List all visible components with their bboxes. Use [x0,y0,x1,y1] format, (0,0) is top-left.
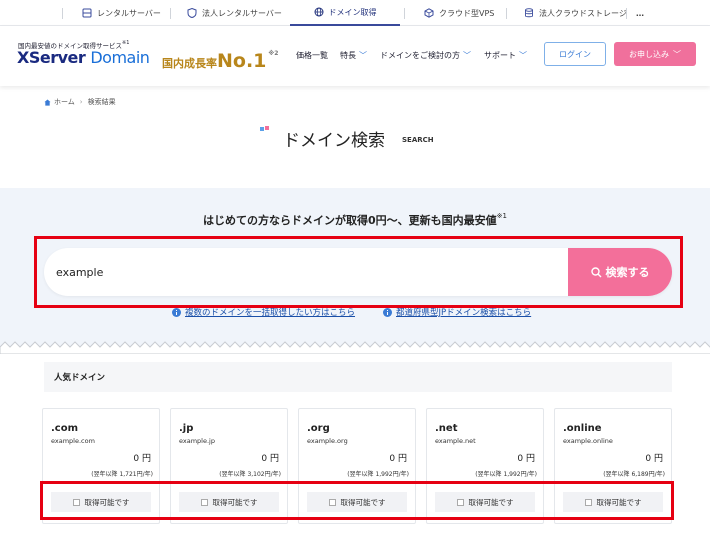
breadcrumb-separator: › [79,98,83,106]
tagline-note: ※1 [122,40,130,46]
nav-label: サポート [484,51,516,60]
domain-tld: .org [307,423,330,434]
service-item-vps[interactable]: クラウド型VPS [424,0,494,26]
login-label: ログイン [559,49,591,59]
page-title-area: ドメイン検索 SEARCH [0,124,710,154]
nav-considering[interactable]: ドメインをご検討の方 ﹀ [380,50,471,61]
domain-example: example.online [563,437,613,445]
lead-note: ※1 [496,212,507,220]
logo[interactable]: XServer Domain [17,48,150,67]
service-item-label: 法人クラウドストレージ [539,8,627,18]
service-item-business-server[interactable]: 法人レンタルサーバー [187,0,282,26]
highlight-box-search [34,236,683,308]
rank-label: 国内成長率 [162,57,217,70]
logo-brand: XServer [17,48,86,67]
domain-tld: .jp [179,423,194,434]
cube-icon [424,8,434,18]
service-item-label: レンタルサーバー [97,8,161,18]
zigzag-divider [0,340,710,354]
lead-text: はじめての方ならドメインが取得0円〜、更新も国内最安値 [203,214,497,227]
domain-price: 0 円 [645,454,663,464]
service-item-label: クラウド型VPS [439,8,495,18]
search-lead: はじめての方ならドメインが取得0円〜、更新も国内最安値※1 [0,212,710,228]
divider [404,8,405,19]
nav-label: ドメインをご検討の方 [380,51,460,60]
server-icon [82,8,92,18]
info-icon [383,307,392,317]
rank-value: No.1 [217,50,267,72]
domain-tld: .com [51,423,79,434]
nav-support[interactable]: サポート ﹀ [484,50,527,61]
rank-note: ※2 [268,50,279,57]
shield-icon [187,8,197,18]
domain-price: 0 円 [517,454,535,464]
domain-price: 0 円 [133,454,151,464]
more-label: … [636,8,644,18]
domain-price: 0 円 [389,454,407,464]
nav-label: 価格一覧 [296,51,328,60]
info-icon [172,307,181,317]
domain-renewal-price: (翌年以降 1,992円/年) [475,471,537,478]
home-icon [44,98,51,106]
service-item-label: 法人レンタルサーバー [202,8,282,18]
highlight-box-availability [40,481,674,520]
chevron-down-icon: ﹀ [359,51,367,60]
domain-example: example.net [435,437,476,445]
service-more-button[interactable]: … [636,0,644,26]
domain-renewal-price: (翌年以降 6,189円/年) [603,471,665,478]
site-header: 国内最安値のドメイン取得サービス※1 XServer Domain 国内成長率N… [0,26,710,86]
domain-renewal-price: (翌年以降 1,992円/年) [347,471,409,478]
domain-example: example.com [51,437,95,445]
service-bar: レンタルサーバー 法人レンタルサーバー ドメイン取得 クラウド型VPS 法人クラ… [0,0,710,26]
growth-rank-badge: 国内成長率No.1 ※2 [162,50,278,72]
nav-label: 特長 [340,51,356,60]
domain-price: 0 円 [261,454,279,464]
domain-tld: .net [435,423,458,434]
domain-renewal-price: (翌年以降 3,102円/年) [219,471,281,478]
nav-features[interactable]: 特長 ﹀ [340,50,367,61]
divider [170,8,171,19]
logo-product: Domain [90,48,150,67]
page-subtitle: SEARCH [402,136,434,144]
title-decoration-icon [260,126,269,131]
database-icon [525,8,533,18]
chevron-down-icon: ﹀ [519,51,527,60]
heading-label: 人気ドメイン [54,373,106,383]
divider [62,8,63,19]
chevron-down-icon: ﹀ [673,49,681,59]
domain-example: example.jp [179,437,215,445]
popular-domains-heading: 人気ドメイン [44,362,672,392]
page-title: ドメイン検索 [283,131,385,151]
globe-icon [314,7,323,17]
breadcrumb-home[interactable]: ホーム [54,97,75,107]
service-item-domain[interactable]: ドメイン取得 [290,0,400,26]
apply-label: お申し込み [629,49,669,59]
domain-example: example.org [307,437,348,445]
apply-button[interactable]: お申し込み ﹀ [614,42,696,66]
search-links: 複数のドメインを一括取得したい方はこちら 都道府県型JPドメイン検索はこちら [0,306,710,320]
divider [626,8,627,19]
login-button[interactable]: ログイン [544,42,606,66]
domain-renewal-price: (翌年以降 1,721円/年) [91,471,153,478]
service-item-rental-server[interactable]: レンタルサーバー [82,0,161,26]
service-item-label: ドメイン取得 [328,7,377,17]
breadcrumb-current: 検索結果 [87,98,116,106]
nav-prices[interactable]: 価格一覧 [296,50,328,61]
breadcrumb: ホーム › 検索結果 [44,97,116,107]
service-item-cloud-storage[interactable]: 法人クラウドストレージ [524,0,627,26]
domain-tld: .online [563,423,602,434]
chevron-down-icon: ﹀ [463,51,471,60]
divider [506,8,507,19]
